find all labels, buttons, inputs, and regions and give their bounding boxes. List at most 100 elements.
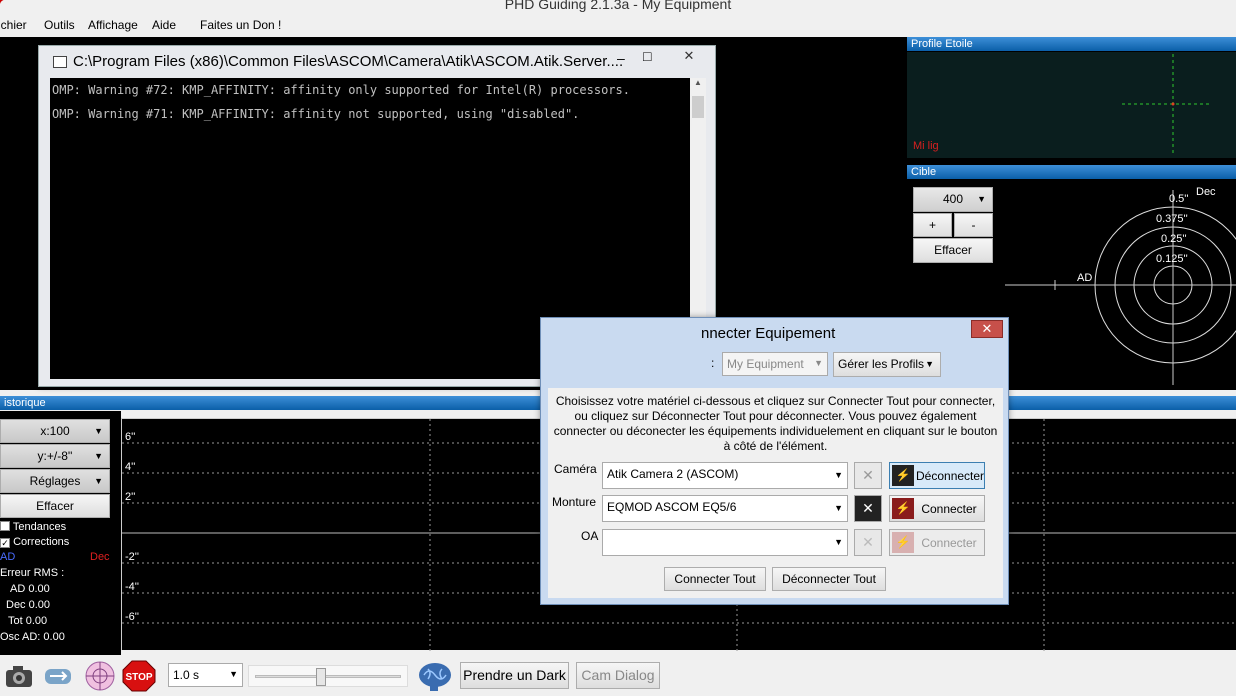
chevron-down-icon: ▼ bbox=[834, 537, 843, 547]
y-tick-4: 4'' bbox=[125, 461, 136, 473]
menu-file[interactable]: ichier bbox=[0, 18, 27, 32]
chevron-down-icon: ▼ bbox=[94, 476, 103, 486]
ao-connect-label: Connecter bbox=[921, 536, 977, 550]
rms-dec: Dec 0.00 bbox=[6, 599, 51, 611]
menu-view[interactable]: Affichage bbox=[88, 18, 138, 32]
ao-select[interactable]: ▼ bbox=[602, 529, 848, 556]
connect-equipment-dialog[interactable]: nnecter Equipement ✕ : My Equipment ▼ Gé… bbox=[540, 317, 1009, 605]
y-scale-select[interactable]: y:+/-8'' ▼ bbox=[0, 444, 110, 468]
chevron-down-icon: ▼ bbox=[925, 359, 934, 369]
instructions-text: Choisissez votre matériel ci-dessous et … bbox=[553, 394, 998, 453]
bottom-toolbar: STOP 1.0 s ▼ Prendre un Dark Cam Dialog bbox=[0, 655, 1236, 695]
window-title: PHD Guiding 2.1.3a - My Equipment bbox=[504, 0, 732, 12]
dialog-close-button[interactable]: ✕ bbox=[971, 320, 1003, 338]
guide-icon[interactable] bbox=[84, 659, 116, 693]
profile-mode-label: Mi lig bbox=[913, 140, 939, 152]
connect-all-button[interactable]: Connecter Tout bbox=[664, 567, 766, 591]
corrections-label: Corrections bbox=[13, 536, 70, 548]
history-controls: x:100 ▼ y:+/-8'' ▼ Réglages ▼ Effacer Te… bbox=[0, 411, 121, 655]
target-scale-value: 400 bbox=[942, 192, 964, 206]
maximize-button[interactable]: □ bbox=[643, 48, 651, 64]
title-bar: ✦ PHD Guiding 2.1.3a - My Equipment bbox=[0, 0, 1236, 14]
menu-bar: ichier Outils Affichage Aide Faites un D… bbox=[0, 14, 1236, 37]
rms-title: Erreur RMS : bbox=[0, 567, 65, 579]
profile-select-value: My Equipment bbox=[727, 357, 804, 371]
x-scale-select[interactable]: x:100 ▼ bbox=[0, 419, 110, 443]
camera-settings-icon[interactable]: ✕ bbox=[854, 462, 882, 489]
slider-track bbox=[255, 675, 401, 678]
mount-select[interactable]: EQMOD ASCOM EQ5/6 ▼ bbox=[602, 495, 848, 522]
plug-icon: ⚡ bbox=[892, 532, 914, 553]
plug-icon: ⚡ bbox=[892, 465, 914, 486]
y-scale-value: y:+/-8'' bbox=[37, 449, 73, 463]
stop-icon-text: STOP bbox=[125, 672, 152, 683]
zoom-out-button[interactable]: - bbox=[954, 213, 993, 237]
zoom-in-button[interactable]: + bbox=[913, 213, 952, 237]
console-title: C:\Program Files (x86)\Common Files\ASCO… bbox=[73, 53, 624, 70]
ring-label-3: 0.25'' bbox=[1161, 233, 1187, 245]
console-window-icon bbox=[53, 56, 67, 68]
ao-label: OA bbox=[581, 529, 599, 543]
ad-series-label: AD bbox=[0, 551, 16, 563]
x-scale-value: x:100 bbox=[40, 424, 70, 438]
corrections-checkbox-row[interactable]: ✓ Corrections bbox=[0, 536, 69, 548]
dialog-content: Choisissez votre matériel ci-dessous et … bbox=[548, 388, 1003, 598]
ring-label-2: 0.375'' bbox=[1156, 213, 1188, 225]
camera-disconnect-button[interactable]: ⚡ Déconnecter bbox=[889, 462, 985, 489]
scroll-thumb[interactable] bbox=[692, 96, 704, 118]
console-close-button[interactable]: ✕ bbox=[669, 48, 709, 66]
camera-select[interactable]: Atik Camera 2 (ASCOM) ▼ bbox=[602, 462, 848, 489]
y-tick-neg2: -2'' bbox=[125, 551, 139, 563]
ao-settings-icon[interactable]: ✕ bbox=[854, 529, 882, 556]
menu-help[interactable]: Aide bbox=[152, 18, 176, 32]
camera-select-value: Atik Camera 2 (ASCOM) bbox=[607, 467, 739, 481]
settings-select[interactable]: Réglages ▼ bbox=[0, 469, 110, 493]
profile-select[interactable]: My Equipment ▼ bbox=[722, 352, 828, 376]
y-tick-2: 2'' bbox=[125, 491, 136, 503]
ring-label-4: 0.125'' bbox=[1156, 253, 1188, 265]
target-scale-select[interactable]: 400 ▼ bbox=[913, 187, 993, 212]
history-clear-button[interactable]: Effacer bbox=[0, 494, 110, 518]
camera-icon[interactable] bbox=[4, 663, 34, 689]
y-tick-6: 6'' bbox=[125, 431, 136, 443]
target-clear-button[interactable]: Effacer bbox=[913, 238, 993, 263]
star-profile-header: Profile Etoile bbox=[907, 37, 1236, 51]
star-profile-crosshair bbox=[1122, 54, 1210, 156]
rms-ad: AD 0.00 bbox=[10, 583, 50, 595]
chevron-down-icon: ▼ bbox=[977, 194, 986, 204]
mount-connect-button[interactable]: ⚡ Connecter bbox=[889, 495, 985, 522]
plug-icon: ⚡ bbox=[892, 498, 914, 519]
mount-select-value: EQMOD ASCOM EQ5/6 bbox=[607, 500, 737, 514]
exposure-select[interactable]: 1.0 s ▼ bbox=[168, 663, 243, 687]
trends-checkbox[interactable] bbox=[0, 521, 10, 531]
stop-icon[interactable]: STOP bbox=[122, 660, 156, 692]
slider-thumb[interactable] bbox=[316, 668, 326, 686]
brain-icon[interactable] bbox=[416, 659, 454, 693]
console-line: OMP: Warning #71: KMP_AFFINITY: affinity… bbox=[52, 107, 580, 121]
corrections-checkbox[interactable]: ✓ bbox=[0, 538, 10, 548]
trends-checkbox-row[interactable]: Tendances bbox=[0, 521, 66, 533]
scroll-up-icon[interactable]: ▲ bbox=[690, 78, 706, 87]
console-line: OMP: Warning #72: KMP_AFFINITY: affinity… bbox=[52, 83, 630, 97]
target-header: Cible bbox=[907, 165, 1236, 179]
ao-connect-button[interactable]: ⚡ Connecter bbox=[889, 529, 985, 556]
settings-label: Réglages bbox=[29, 474, 81, 488]
mount-settings-icon[interactable]: ✕ bbox=[854, 495, 882, 522]
osc-ad: Osc AD: 0.00 bbox=[0, 631, 65, 643]
chevron-down-icon: ▼ bbox=[814, 358, 823, 368]
take-dark-button[interactable]: Prendre un Dark bbox=[460, 662, 569, 689]
chevron-down-icon: ▼ bbox=[229, 669, 238, 679]
ring-label-1: 0.5'' bbox=[1169, 193, 1189, 205]
menu-tools[interactable]: Outils bbox=[44, 18, 75, 32]
disconnect-all-button[interactable]: Déconnecter Tout bbox=[772, 567, 886, 591]
star-profile-area bbox=[907, 52, 1236, 158]
exposure-value: 1.0 s bbox=[173, 668, 200, 682]
y-tick-neg4: -4'' bbox=[125, 581, 139, 593]
loop-icon[interactable] bbox=[42, 663, 74, 689]
gamma-slider[interactable] bbox=[248, 665, 408, 687]
minimize-button[interactable]: – bbox=[617, 50, 625, 66]
cam-dialog-button[interactable]: Cam Dialog bbox=[576, 662, 660, 689]
menu-donate[interactable]: Faites un Don ! bbox=[200, 18, 281, 32]
profile-label-suffix: : bbox=[711, 356, 715, 370]
manage-profiles-button[interactable]: Gérer les Profils ▼ bbox=[833, 352, 941, 377]
